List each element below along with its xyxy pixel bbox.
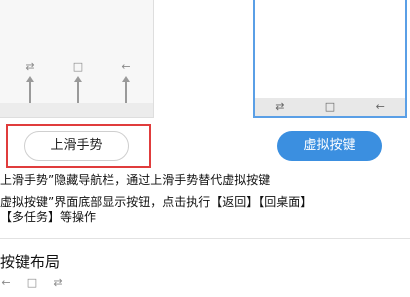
virtual-keys-description: 虚拟按键”界面底部显示按钮，点击执行【返回】【回桌面】 <box>0 195 313 209</box>
virtual-nav-bar: ⇄ □ ← <box>255 98 405 116</box>
virtual-keys-description-cont: 【多任务】等操作 <box>0 210 97 224</box>
virtual-keys-option-button[interactable]: 虚拟按键 <box>277 131 382 161</box>
virtual-keys-preview[interactable]: ⇄ □ ← <box>253 0 407 118</box>
square-icon: □ <box>324 100 336 113</box>
key-layout-title: 按键布局 <box>0 253 61 271</box>
swap-icon: ⇄ <box>53 276 63 289</box>
swap-icon: ⇄ <box>25 60 35 73</box>
preview-bottom-strip <box>0 103 153 117</box>
back-arrow-icon: ← <box>375 100 385 113</box>
square-icon: □ <box>72 60 84 73</box>
swap-icon: ⇄ <box>275 100 285 113</box>
gesture-preview[interactable]: ⇄ □ ← <box>0 0 154 118</box>
back-arrow-icon: ← <box>1 276 11 289</box>
key-layout-preview[interactable]: ← □ ⇄ <box>0 276 64 290</box>
gesture-description: 上滑手势”隐藏导航栏，通过上滑手势替代虚拟按键 <box>0 173 271 187</box>
square-icon: □ <box>26 276 38 289</box>
back-arrow-icon: ← <box>121 60 131 73</box>
section-divider <box>0 238 410 239</box>
gesture-option-button[interactable]: 上滑手势 <box>24 131 129 161</box>
